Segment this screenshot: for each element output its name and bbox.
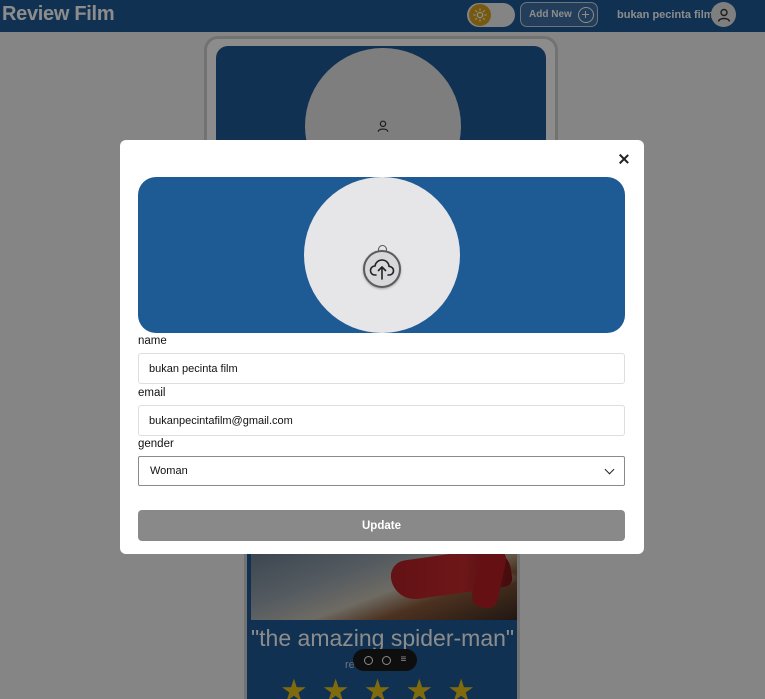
email-input[interactable] xyxy=(138,405,625,436)
update-button[interactable]: Update xyxy=(138,510,625,541)
gender-selected-value: Woman xyxy=(150,465,188,477)
close-icon[interactable] xyxy=(617,152,631,166)
cloud-upload-icon xyxy=(369,259,395,280)
gender-label: gender xyxy=(138,438,174,450)
name-label: name xyxy=(138,335,167,347)
name-input[interactable] xyxy=(138,353,625,384)
profile-banner xyxy=(138,177,625,333)
chevron-down-icon xyxy=(604,464,615,474)
profile-avatar-circle xyxy=(304,177,460,333)
gender-select[interactable]: Woman xyxy=(138,456,625,486)
email-label: email xyxy=(138,387,166,399)
edit-profile-modal: name email gender Woman Update xyxy=(120,140,644,554)
upload-photo-button[interactable] xyxy=(363,250,401,288)
